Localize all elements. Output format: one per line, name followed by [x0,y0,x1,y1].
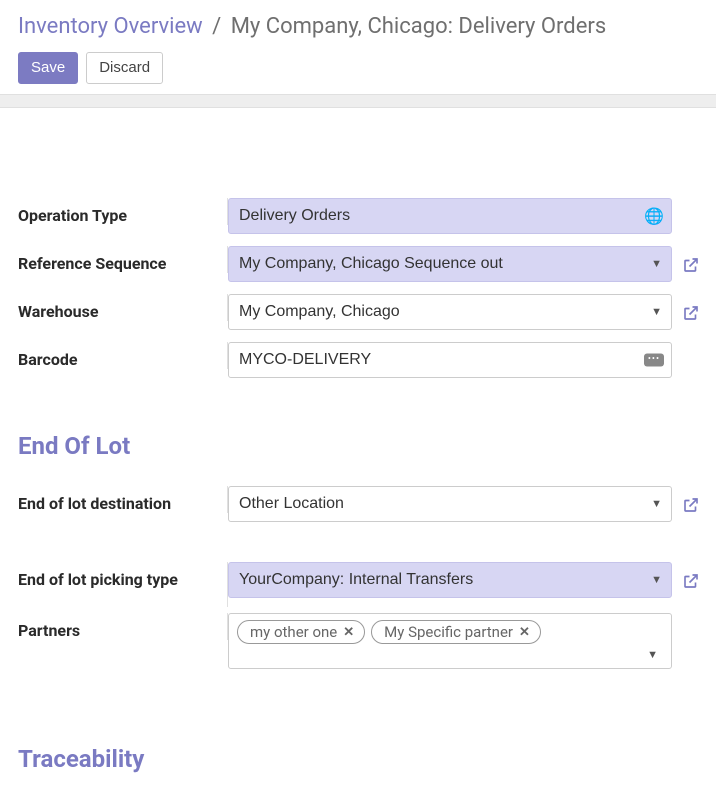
breadcrumb: Inventory Overview / My Company, Chicago… [18,14,698,40]
label-eol-picking-type: End of lot picking type [18,562,228,607]
discard-button[interactable]: Discard [86,52,163,84]
label-barcode: Barcode [18,342,228,369]
breadcrumb-current: My Company, Chicago: Delivery Orders [231,14,606,39]
header-area: Inventory Overview / My Company, Chicago… [0,0,716,94]
label-operation-type: Operation Type [18,198,228,225]
eol-picking-type-select[interactable] [228,562,672,598]
section-end-of-lot: End Of Lot [18,432,716,460]
tag-item: My Specific partner ✕ [371,620,541,644]
external-link-icon[interactable] [682,566,700,595]
barcode-input[interactable] [228,342,672,378]
external-link-icon[interactable] [682,298,700,327]
row-barcode: Barcode ••• [0,342,716,378]
row-warehouse: Warehouse ▼ [0,294,716,330]
external-link-icon[interactable] [682,490,700,519]
form-body: Operation Type 🌐 Reference Sequence ▼ Wa… [0,108,716,773]
save-button[interactable]: Save [18,52,78,84]
tag-item: my other one ✕ [237,620,365,644]
row-eol-picking-type: End of lot picking type ▼ [0,562,716,607]
tag-remove-icon[interactable]: ✕ [519,625,530,640]
action-buttons: Save Discard [18,52,698,84]
partners-taginput[interactable]: my other one ✕ My Specific partner ✕ ▼ [228,613,672,669]
label-reference-sequence: Reference Sequence [18,246,228,273]
eol-destination-select[interactable] [228,486,672,522]
breadcrumb-root-link[interactable]: Inventory Overview [18,14,203,39]
label-partners: Partners [18,613,228,640]
tag-label: My Specific partner [384,623,513,641]
warehouse-select[interactable] [228,294,672,330]
row-reference-sequence: Reference Sequence ▼ [0,246,716,282]
operation-type-input[interactable] [228,198,672,234]
row-eol-destination: End of lot destination ▼ [0,486,716,522]
external-link-icon[interactable] [682,250,700,279]
row-operation-type: Operation Type 🌐 [0,198,716,234]
breadcrumb-separator: / [212,14,221,39]
section-traceability: Traceability [18,745,716,773]
toolbar-divider [0,94,716,108]
ellipsis-icon: ••• [644,354,664,367]
tag-remove-icon[interactable]: ✕ [343,625,354,640]
reference-sequence-select[interactable] [228,246,672,282]
chevron-down-icon: ▼ [647,648,658,661]
row-partners: Partners my other one ✕ My Specific part… [0,613,716,669]
label-eol-destination: End of lot destination [18,486,228,513]
tag-label: my other one [250,623,337,641]
label-warehouse: Warehouse [18,294,228,321]
